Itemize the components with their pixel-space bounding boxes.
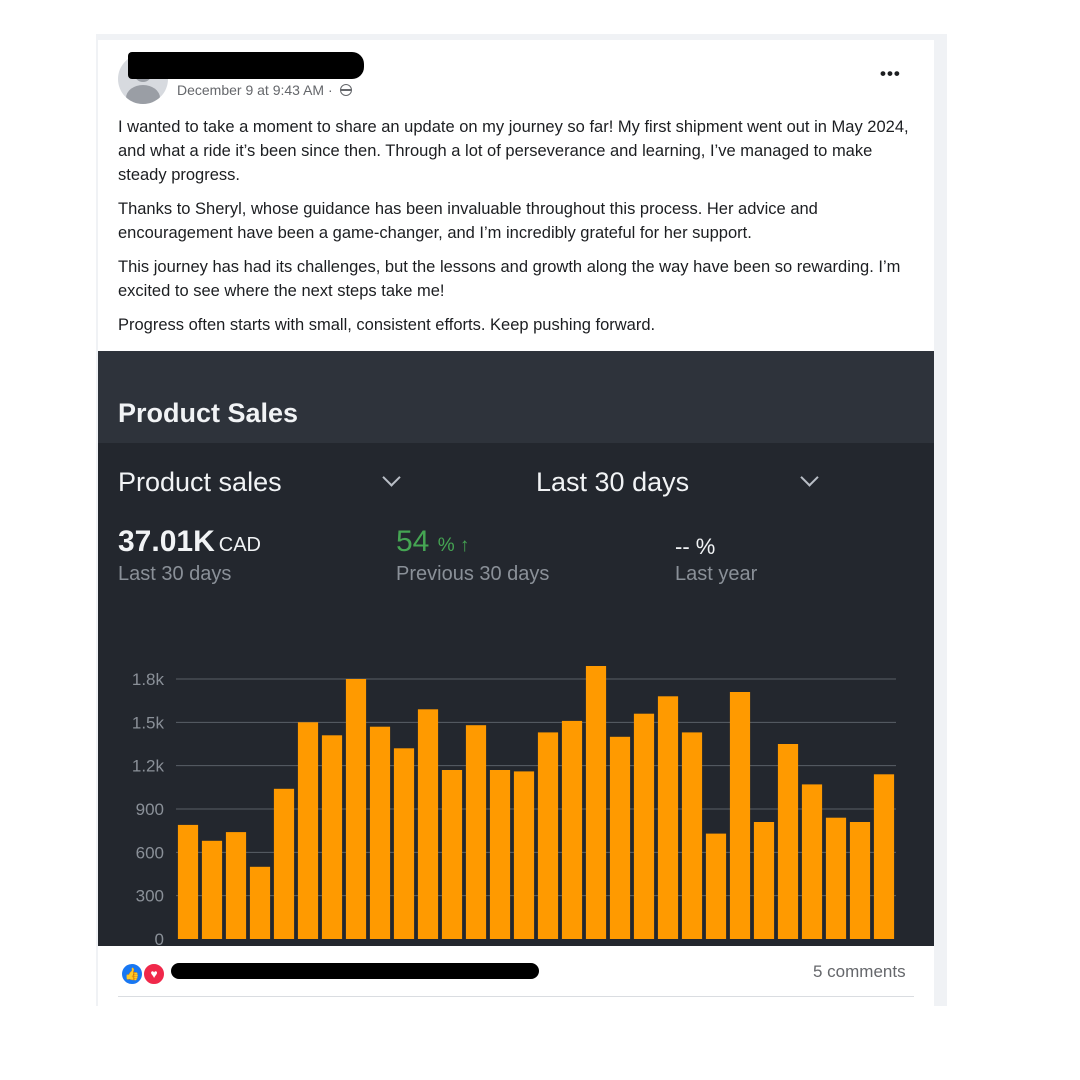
bar (657, 696, 679, 939)
post-paragraph: I wanted to take a moment to share an up… (118, 118, 909, 184)
metric-total-value: 37.01K (118, 525, 215, 558)
bar (561, 720, 583, 939)
metric-total-unit: CAD (218, 534, 261, 556)
post-paragraph: This journey has had its challenges, but… (118, 258, 901, 300)
post-paragraph: Progress often starts with small, consis… (118, 316, 656, 334)
bar (537, 732, 559, 939)
bar (777, 744, 799, 939)
bar (225, 832, 247, 939)
y-tick-label: 1.5k (132, 713, 165, 732)
chevron-down-icon (800, 468, 819, 487)
metric-yoy: -- % (675, 534, 715, 560)
bar (321, 735, 343, 939)
bar (489, 770, 511, 939)
bar (873, 774, 895, 939)
bar (249, 866, 271, 939)
metric-change-label: Previous 30 days (396, 563, 550, 585)
metric-dropdown: Product sales (118, 467, 282, 497)
y-tick-label: 1.8k (132, 670, 165, 689)
bar (729, 692, 751, 939)
globe-icon (339, 84, 352, 96)
metric-change-unit: % ↑ (437, 535, 470, 556)
comments-link[interactable]: 5 comments (813, 962, 906, 982)
metric-yoy-value: -- (675, 534, 690, 559)
redacted-author-name (128, 52, 364, 79)
metric-yoy-unit: % (695, 534, 716, 559)
sales-bar-chart: 0 300 600 900 1.2k 1.5k 1.8k (132, 666, 896, 946)
more-options-icon[interactable]: ••• (880, 64, 901, 84)
metric-change: 54 % ↑ (396, 525, 469, 559)
bar (849, 822, 871, 939)
bar (633, 713, 655, 939)
chevron-down-icon (382, 468, 401, 487)
period-dropdown: Last 30 days (536, 467, 690, 497)
post-timestamp[interactable]: December 9 at 9:43 AM · (177, 82, 352, 98)
footer-divider (118, 996, 914, 997)
y-tick-label: 900 (136, 800, 164, 819)
bar (441, 770, 463, 939)
bar (417, 709, 439, 939)
y-tick-label: 0 (155, 930, 164, 946)
metric-yoy-label: Last year (675, 563, 758, 585)
bar (345, 679, 367, 939)
post-paragraph: Thanks to Sheryl, whose guidance has bee… (118, 200, 818, 242)
bar (585, 666, 607, 939)
metric-total: 37.01K CAD (118, 525, 261, 559)
redacted-reactors (171, 963, 539, 979)
bar (393, 748, 415, 939)
sales-screenshot[interactable]: Product Sales Product sales Last 30 days… (98, 351, 934, 946)
metric-total-label: Last 30 days (118, 563, 232, 585)
y-tick-label: 600 (136, 843, 164, 862)
bar (609, 736, 631, 939)
y-tick-label: 300 (136, 887, 164, 906)
metric-change-value: 54 (396, 525, 430, 558)
bar (681, 732, 703, 939)
bar (705, 833, 727, 939)
bar (297, 722, 319, 939)
post-date-text[interactable]: December 9 at 9:43 AM · (177, 82, 333, 98)
bar (801, 784, 823, 939)
love-icon[interactable]: ♥ (142, 962, 166, 986)
y-tick-label: 1.2k (132, 757, 165, 776)
avatar-body (126, 85, 160, 104)
bar (273, 788, 295, 939)
bar (753, 822, 775, 939)
sales-title: Product Sales (118, 398, 299, 428)
bar (513, 771, 535, 939)
sales-header: Product Sales (98, 351, 934, 443)
bar (177, 824, 199, 939)
bar (825, 817, 847, 939)
bar (201, 840, 223, 939)
bar (465, 725, 487, 939)
like-icon[interactable]: 👍 (120, 962, 144, 986)
bar (369, 726, 391, 939)
post-body: I wanted to take a moment to share an up… (118, 115, 918, 347)
